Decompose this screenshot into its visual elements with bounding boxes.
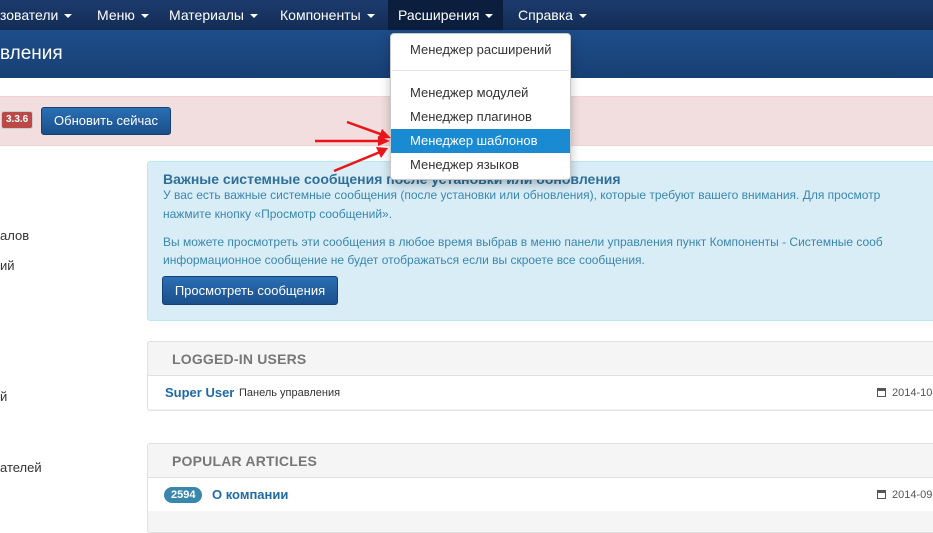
nav-help[interactable]: Справка [518,0,587,30]
popular-articles-panel: POPULAR ARTICLES 2594 О компании 2014-09… [147,443,933,533]
panel-header: POPULAR ARTICLES [148,444,933,478]
chevron-down-icon [140,14,149,19]
chevron-down-icon [366,14,375,19]
row-date: 2014-10-27 [877,387,933,399]
nav-users-label: зователи [0,7,59,23]
nav-users[interactable]: зователи [0,0,73,30]
panel-title: LOGGED-IN USERS [172,351,307,367]
menu-item-extension-manager[interactable]: Менеджер расширений [391,38,570,62]
chevron-down-icon [249,14,258,19]
nav-extensions-label: Расширения [398,7,480,23]
menu-divider [392,70,569,71]
nav-content-label: Материалы [169,7,244,23]
menu-item-language-manager[interactable]: Менеджер языков [391,153,570,177]
sidebar-item[interactable]: ателей [0,460,42,475]
table-row: Super User Панель управления 2014-10-27 [148,376,933,409]
nav-components-label: Компоненты [280,7,361,23]
user-location: Панель управления [239,387,341,399]
nav-help-label: Справка [518,7,573,23]
nav-extensions[interactable]: Расширения [388,0,504,30]
sidebar-item[interactable]: ий [0,258,15,273]
calendar-icon [877,490,886,499]
post-install-messages-alert: Важные системные сообщения после установ… [147,161,933,321]
menu-item-plugin-manager[interactable]: Менеджер плагинов [391,105,570,129]
menu-item-module-manager[interactable]: Менеджер модулей [391,81,570,105]
date-text: 2014-09-02 [892,489,933,501]
sidebar-item[interactable]: й [0,389,7,404]
view-messages-button[interactable]: Просмотреть сообщения [162,276,338,305]
article-title-link[interactable]: О компании [212,487,288,502]
chevron-down-icon [578,14,587,19]
table-row: 2594 О компании 2014-09-02 [148,478,933,511]
user-name-link[interactable]: Super User [165,385,234,400]
alert-text: информационное сообщение не будет отобра… [163,253,645,267]
update-now-button[interactable]: Обновить сейчас [41,107,171,135]
date-text: 2014-10-27 [892,387,933,399]
sidebar-item[interactable]: алов [0,228,29,243]
nav-menu-label: Меню [97,7,135,23]
menu-item-template-manager[interactable]: Менеджер шаблонов [391,129,570,153]
chevron-down-icon [485,14,494,19]
calendar-icon [877,388,886,397]
extensions-dropdown: Менеджер расширений Менеджер модулей Мен… [390,33,571,180]
row-date: 2014-09-02 [877,489,933,501]
panel-title: POPULAR ARTICLES [172,453,318,469]
panel-header: LOGGED-IN USERS [148,342,933,376]
nav-content[interactable]: Материалы [169,0,258,30]
page-title: вления [0,43,63,64]
chevron-down-icon [64,14,73,19]
alert-text: У вас есть важные системные сообщения (п… [163,188,881,202]
nav-components[interactable]: Компоненты [280,0,375,30]
nav-menu[interactable]: Меню [97,0,149,30]
hits-badge: 2594 [164,487,203,503]
top-navbar: зователи Меню Материалы Компоненты Расши… [0,0,933,30]
alert-text: нажмите кнопку «Просмотр сообщений». [163,207,393,221]
logged-in-users-panel: LOGGED-IN USERS Super User Панель управл… [147,341,933,411]
version-badge: 3.3.6 [1,111,34,129]
alert-text: Вы можете просмотреть эти сообщения в лю… [163,235,883,249]
